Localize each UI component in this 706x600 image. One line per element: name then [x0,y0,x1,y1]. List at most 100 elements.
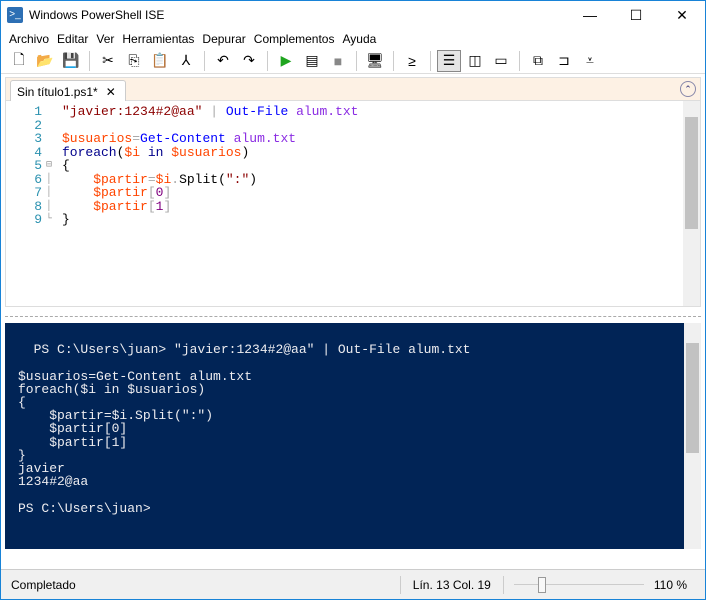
status-bar: Completado Lín. 13 Col. 19 110 % [1,569,705,599]
menu-herramientas[interactable]: Herramientas [118,32,198,46]
menu-complementos[interactable]: Complementos [250,32,339,46]
show-script-right-icon[interactable]: ◫ [463,50,487,72]
script-editor[interactable]: 1 "javier:1234#2@aa" | Out-File alum.txt 2… [5,101,701,307]
fold-marker [46,105,62,119]
paste-icon[interactable]: 📋 [148,50,172,72]
zoom-level: 110 % [653,577,687,592]
line-number: 1 [34,104,42,119]
console-scrollbar[interactable] [684,323,701,549]
zoom-slider-thumb[interactable] [538,576,547,593]
remote-powershell-icon[interactable]: 🖥 [363,50,387,72]
code-token: = [147,171,156,187]
toolbar-separator [204,50,205,71]
redo-icon[interactable]: ↷ [237,50,261,72]
code-token: $usuarios [171,144,242,160]
code-token: 1 [155,198,164,214]
title-bar: >_ Windows PowerShell ISE — ☐ ✕ [1,1,705,29]
minimize-button[interactable]: — [567,1,613,29]
status-text: Completado [11,577,76,592]
code-token: ( [116,144,125,160]
toolbar-separator [519,50,520,71]
code-token: ) [249,171,258,187]
menu-depurar[interactable]: Depurar [198,32,249,46]
show-addon-icon[interactable]: ⊐ [552,50,576,72]
code-token: ] [163,185,172,200]
tab-script[interactable]: Sin título1.ps1* ✕ [10,80,126,102]
code-token: alum.txt [288,104,359,119]
line-number: 8 [34,198,42,214]
code-token: [ [147,198,156,214]
line-number: 4 [34,144,42,160]
code-token: Split( [179,171,226,187]
code-token: = [132,131,141,146]
scrollbar-thumb[interactable] [686,343,699,453]
code-token: foreach [62,144,117,160]
fold-marker [46,132,62,146]
code-line: 3 $usuarios = Get-Content alum.txt [6,132,700,146]
toolbar-overflow-icon[interactable]: ⩡ [578,50,602,72]
cut-icon[interactable]: ✂ [96,50,120,72]
code-token: 0 [155,185,164,200]
toolbar-separator [89,50,90,71]
new-icon[interactable]: 🗋 [7,50,31,72]
menu-ayuda[interactable]: Ayuda [338,32,380,46]
console-pane[interactable]: PS C:\Users\juan> "javier:1234#2@aa" | O… [5,323,701,549]
fold-marker: │ [46,187,53,198]
code-token: "javier:1234#2@aa" [62,104,203,119]
run-icon[interactable]: ▶ [274,50,298,72]
clear-console-icon[interactable]: ⅄ [174,50,198,72]
code-line: 9 └} [6,213,700,227]
code-token: Get-Content [140,131,226,146]
code-line: 8 │ $partir[1] [6,198,700,214]
save-icon[interactable]: 💾 [59,50,83,72]
code-token: ":" [225,171,250,187]
code-token: $partir [62,198,148,214]
fold-marker: │ [46,200,53,212]
editor-scrollbar[interactable] [683,101,700,306]
code-line: 7 │ $partir[0] [6,186,700,200]
code-line: 5 ⊟{ [6,159,700,173]
menu-editar[interactable]: Editar [53,32,92,46]
show-commands-icon[interactable]: ⧉ [526,50,550,72]
close-button[interactable]: ✕ [659,1,705,29]
zoom-slider[interactable] [513,576,644,593]
maximize-button[interactable]: ☐ [613,1,659,29]
fold-marker[interactable]: ⊟ [46,159,62,173]
code-token: ] [163,198,172,214]
undo-icon[interactable]: ↶ [211,50,235,72]
menu-ver[interactable]: Ver [92,32,118,46]
show-script-top-icon[interactable]: ☰ [437,49,461,72]
toolbar-separator [356,50,357,71]
copy-icon[interactable]: ⎘ [122,50,146,72]
close-tab-icon[interactable]: ✕ [106,85,116,99]
code-line: 2 [6,117,700,133]
pane-splitter[interactable] [5,316,701,322]
code-token: alum.txt [225,131,297,146]
line-number: 2 [34,117,42,133]
toolbar-separator [267,50,268,71]
console-output: PS C:\Users\juan> "javier:1234#2@aa" | O… [18,342,471,516]
run-selection-icon[interactable]: ▤ [300,50,324,72]
fold-marker [46,146,62,160]
line-number: 3 [34,131,42,146]
toolbar-separator [393,50,394,71]
tab-label: Sin título1.ps1* [17,85,98,99]
code-token: [ [147,185,156,200]
line-number: 5 [34,158,42,173]
fold-marker: │ [46,173,53,185]
fold-marker: └ [46,214,53,225]
show-script-max-icon[interactable]: ▭ [489,50,513,72]
start-powershell-icon[interactable]: ≥ [400,50,424,72]
code-token: $i [155,171,172,187]
line-number: 9 [34,212,42,227]
code-token: { [62,158,70,173]
fold-marker [46,119,62,133]
line-number: 7 [34,185,42,200]
collapse-script-pane-icon[interactable]: ⌃ [680,81,696,97]
stop-icon[interactable]: ■ [326,50,350,72]
tab-strip: Sin título1.ps1* ✕ ⌃ [5,77,701,102]
menu-archivo[interactable]: Archivo [5,32,53,46]
scrollbar-thumb[interactable] [685,117,698,229]
code-token: $partir [62,185,148,200]
open-icon[interactable]: 📂 [33,50,57,72]
